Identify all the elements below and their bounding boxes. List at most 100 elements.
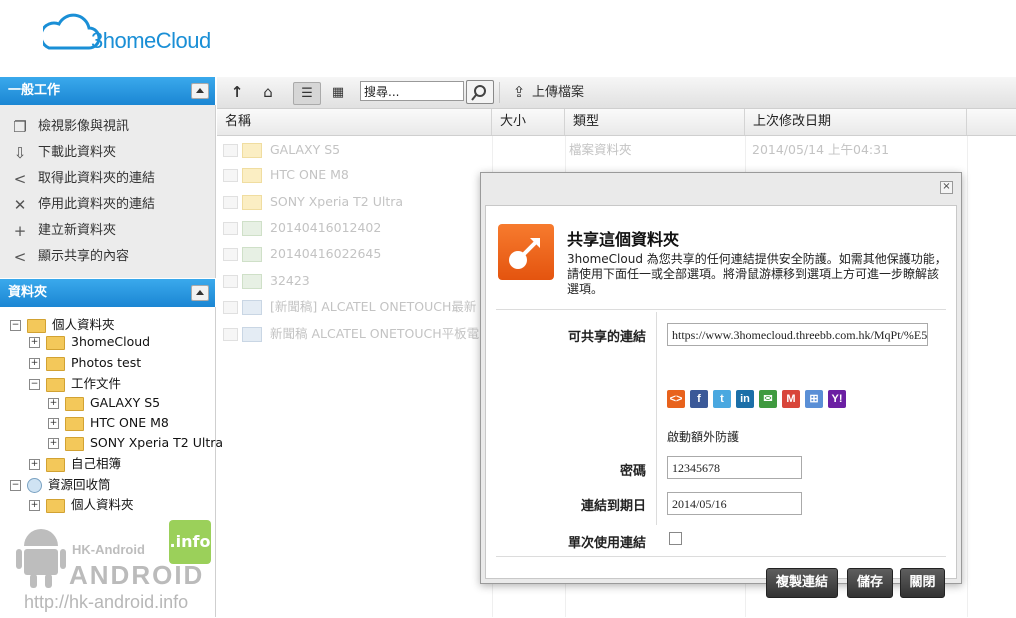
windows-live-icon[interactable]: ⊞ — [805, 390, 823, 408]
row-select-checkbox[interactable] — [223, 248, 238, 261]
upload-icon[interactable]: ⇪ — [509, 82, 529, 103]
app-logo[interactable]: 3homeCloud — [43, 8, 223, 58]
dialog-close-icon[interactable]: × — [940, 181, 953, 194]
yahoo-icon[interactable]: Y! — [828, 390, 846, 408]
file-icon — [242, 247, 262, 262]
task-label: 取得此資料夾的連結 — [38, 171, 156, 186]
collapse-toggle-icon[interactable]: − — [10, 320, 21, 331]
tree-node-recycle-bin[interactable]: − 資源回收筒 — [10, 475, 111, 495]
home-icon[interactable]: ⌂ — [257, 82, 279, 103]
tree-node-galaxy-s5[interactable]: + GALAXY S5 — [48, 393, 160, 413]
task-label: 下載此資料夾 — [38, 145, 117, 160]
tree-node-label: SONY Xperia T2 Ultra — [90, 435, 224, 450]
file-icon — [242, 221, 262, 236]
expand-toggle-icon[interactable]: + — [29, 358, 40, 369]
expand-toggle-icon[interactable]: + — [29, 459, 40, 470]
password-field[interactable]: 12345678 — [667, 456, 802, 479]
tree-node-sony-xperia[interactable]: + SONY Xperia T2 Ultra — [48, 433, 223, 453]
task-disable-link[interactable]: ✕ 停用此資料夾的連結 — [10, 194, 155, 216]
document-icon — [242, 327, 262, 342]
watermark: HK-Android ANDROID .info http://hk-andro… — [14, 518, 214, 618]
tree-node-label: 個人資料夾 — [52, 317, 115, 332]
folder-icon — [46, 457, 65, 472]
task-get-link[interactable]: < 取得此資料夾的連結 — [10, 168, 155, 190]
row-name: GALAXY S5 — [270, 142, 341, 157]
file-table-header: 名稱 大小 類型 上次修改日期 — [217, 109, 1016, 136]
collapse-tasks-button[interactable] — [191, 83, 209, 99]
tasks-panel: ❐ 檢視影像與視訊 ⇩ 下載此資料夾 < 取得此資料夾的連結 ✕ 停用此資料夾的連結 +… — [0, 105, 216, 278]
tree-node-my-albums[interactable]: + 自己相簿 — [29, 454, 121, 474]
tree-node-work-docs[interactable]: − 工作文件 — [29, 374, 121, 394]
task-download[interactable]: ⇩ 下載此資料夾 — [10, 142, 116, 164]
column-header-name[interactable]: 名稱 — [217, 109, 492, 135]
folder-icon — [27, 318, 46, 333]
expand-toggle-icon[interactable]: + — [29, 500, 40, 511]
tree-node-label: HTC ONE M8 — [90, 415, 169, 430]
collapse-folders-button[interactable] — [191, 285, 209, 301]
collapse-toggle-icon[interactable]: − — [29, 379, 40, 390]
row-name: 32423 — [270, 273, 310, 288]
row-select-checkbox[interactable] — [223, 275, 238, 288]
search-input[interactable]: 搜尋... — [360, 81, 464, 101]
task-new-folder[interactable]: + 建立新資料夾 — [10, 220, 116, 242]
folder-icon — [242, 195, 262, 210]
divider — [656, 312, 657, 525]
tree-node-3homecloud[interactable]: +3homeCloud — [29, 332, 150, 352]
up-arrow-icon[interactable]: ↑ — [227, 82, 247, 103]
expand-toggle-icon[interactable]: + — [48, 398, 59, 409]
disable-link-icon: ✕ — [13, 195, 27, 214]
expand-toggle-icon[interactable]: + — [29, 337, 40, 348]
watermark-info-badge: .info — [169, 520, 211, 564]
row-modified: 2014/05/14 上午04:31 — [752, 142, 890, 157]
row-select-checkbox[interactable] — [223, 222, 238, 235]
row-select-checkbox[interactable] — [223, 169, 238, 182]
tree-node-label: 個人資料夾 — [71, 497, 134, 512]
linkedin-icon[interactable]: in — [736, 390, 754, 408]
collapse-toggle-icon[interactable]: − — [10, 480, 21, 491]
column-header-size[interactable]: 大小 — [492, 109, 565, 135]
task-view-media[interactable]: ❐ 檢視影像與視訊 — [10, 116, 129, 138]
row-name: 20140416022645 — [270, 246, 382, 261]
expand-toggle-icon[interactable]: + — [48, 418, 59, 429]
facebook-icon[interactable]: f — [690, 390, 708, 408]
column-header-modified[interactable]: 上次修改日期 — [745, 109, 967, 135]
search-button[interactable] — [466, 80, 494, 104]
save-button[interactable]: 儲存 — [847, 568, 893, 598]
divider — [496, 556, 946, 557]
embed-icon[interactable]: <> — [667, 390, 685, 408]
close-button[interactable]: 關閉 — [900, 568, 945, 598]
tasks-panel-header: 一般工作 — [0, 77, 215, 105]
column-header-type[interactable]: 類型 — [565, 109, 745, 135]
row-select-checkbox[interactable] — [223, 328, 238, 341]
email-icon[interactable]: ✉ — [759, 390, 777, 408]
tree-node-bin-personal[interactable]: + 個人資料夾 — [29, 495, 134, 515]
watermark-site: http://hk-android.info — [24, 592, 189, 612]
row-select-checkbox[interactable] — [223, 301, 238, 314]
twitter-icon[interactable]: t — [713, 390, 731, 408]
expand-toggle-icon[interactable]: + — [48, 438, 59, 449]
upload-file-button[interactable]: 上傳檔案 — [532, 82, 584, 103]
grid-view-icon[interactable]: ▦ — [327, 82, 349, 103]
task-label: 檢視影像與視訊 — [38, 119, 130, 134]
dialog-body: 共享這個資料夾 3homeCloud 為您共享的任何連結提供安全防護。如需其他保… — [485, 205, 957, 598]
watermark-android: ANDROID — [69, 560, 205, 590]
tree-node-label: Photos test — [71, 355, 142, 370]
gmail-icon[interactable]: M — [782, 390, 800, 408]
share-folder-icon — [498, 224, 554, 280]
task-show-shared[interactable]: < 顯示共享的內容 — [10, 246, 129, 268]
row-name: 20140416012402 — [270, 220, 382, 235]
row-select-checkbox[interactable] — [223, 196, 238, 209]
row-select-checkbox[interactable] — [223, 144, 238, 157]
tree-node-htc-one-m8[interactable]: + HTC ONE M8 — [48, 413, 169, 433]
table-row[interactable]: GALAXY S5 檔案資料夾 2014/05/14 上午04:31 — [217, 137, 1016, 163]
shareable-link-field[interactable]: https://www.3homecloud.threebb.com.hk/Mq… — [667, 323, 928, 346]
extra-protection-label: 啟動額外防護 — [667, 430, 740, 444]
folder-icon — [65, 416, 84, 431]
row-name: SONY Xperia T2 Ultra — [270, 194, 404, 209]
single-use-link-checkbox[interactable] — [669, 532, 682, 545]
list-view-icon[interactable]: ☰ — [293, 82, 321, 105]
tree-node-photos-test[interactable]: + Photos test — [29, 353, 141, 373]
tree-node-label: GALAXY S5 — [90, 395, 161, 410]
copy-link-button[interactable]: 複製連結 — [766, 568, 838, 598]
expiry-date-field[interactable]: 2014/05/16 — [667, 492, 802, 515]
